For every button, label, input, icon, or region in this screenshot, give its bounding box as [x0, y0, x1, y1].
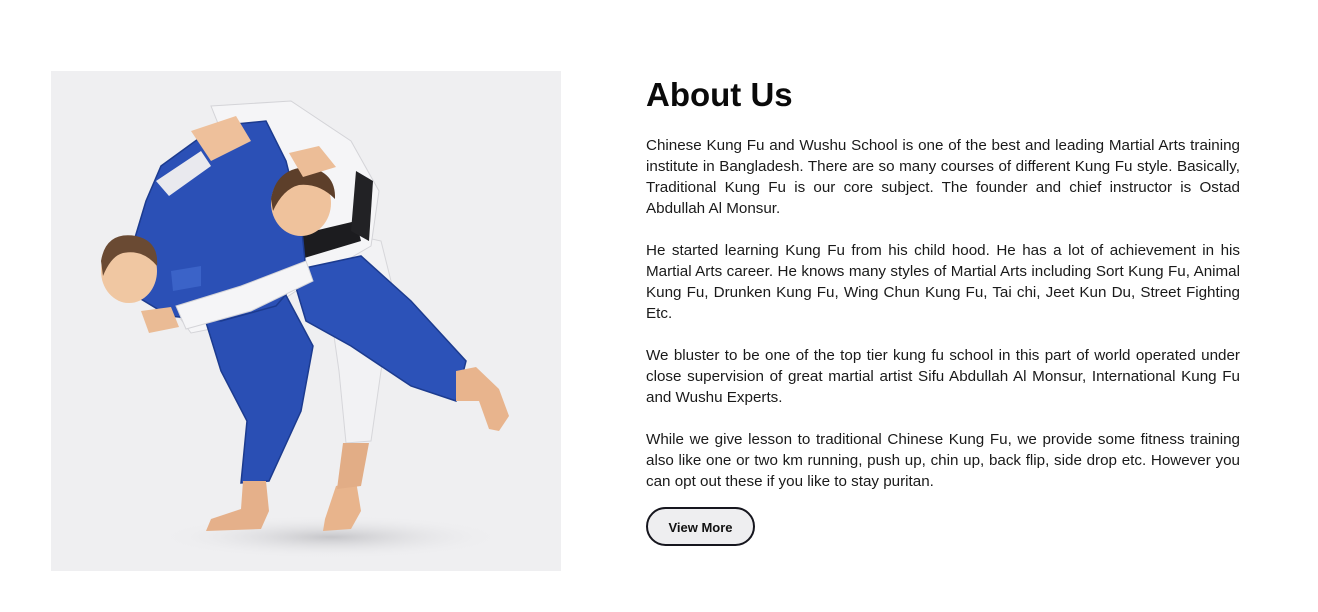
- blue-fighter-foot-left: [206, 481, 269, 531]
- about-paragraph: He started learning Kung Fu from his chi…: [646, 242, 1240, 322]
- about-title: About Us: [646, 76, 793, 113]
- about-paragraph: We bluster to be one of the top tier kun…: [646, 347, 1240, 406]
- white-fighter-shin: [337, 443, 369, 489]
- martial-arts-photo: [51, 71, 561, 571]
- about-paragraph: While we give lesson to traditional Chin…: [646, 431, 1240, 490]
- view-more-button[interactable]: View More: [646, 507, 755, 546]
- judo-throw-illustration: [101, 100, 509, 559]
- about-section: About Us Chinese Kung Fu and Wushu Schoo…: [0, 0, 1318, 612]
- about-paragraphs: Chinese Kung Fu and Wushu School is one …: [646, 135, 1240, 492]
- about-paragraph: Chinese Kung Fu and Wushu School is one …: [646, 137, 1240, 217]
- about-content: About Us Chinese Kung Fu and Wushu Schoo…: [646, 72, 1240, 546]
- blue-fighter-foot-right: [456, 367, 509, 431]
